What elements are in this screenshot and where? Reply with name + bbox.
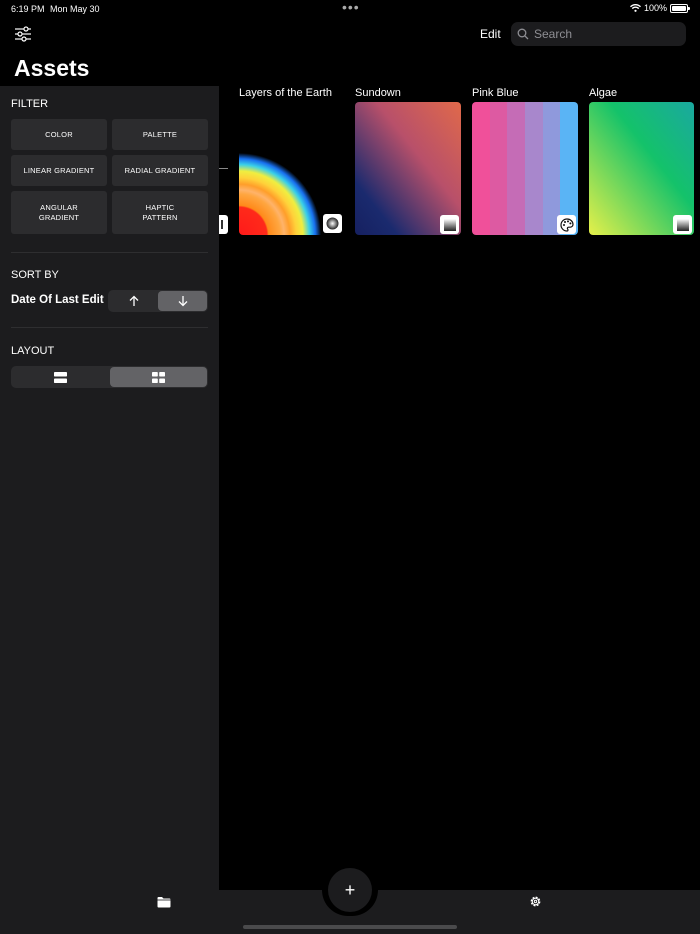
asset-card[interactable] bbox=[589, 102, 694, 235]
status-date: Mon May 30 bbox=[50, 4, 100, 14]
search-input[interactable] bbox=[534, 27, 684, 41]
battery-icon bbox=[670, 3, 690, 13]
arrow-up-icon bbox=[129, 295, 138, 306]
status-time: 6:19 PM bbox=[11, 4, 45, 14]
sort-direction-control bbox=[108, 290, 208, 312]
filter-linear-gradient-button[interactable]: LINEAR GRADIENT bbox=[11, 155, 107, 186]
arrow-down-icon bbox=[178, 296, 187, 307]
asset-card[interactable] bbox=[355, 102, 461, 235]
home-indicator[interactable] bbox=[243, 925, 457, 929]
filter-sidebar: FILTER COLOR PALETTE LINEAR GRADIENT RAD… bbox=[0, 86, 219, 890]
search-bar[interactable] bbox=[511, 22, 686, 46]
status-right: 100% bbox=[629, 3, 690, 13]
filter-angular-gradient-button[interactable]: ANGULAR GRADIENT bbox=[11, 191, 107, 234]
hidden-card-edge bbox=[219, 168, 228, 169]
folder-icon[interactable] bbox=[157, 895, 171, 908]
add-button[interactable]: + bbox=[328, 868, 372, 912]
sort-section-label: SORT BY bbox=[11, 269, 59, 281]
filter-color-button[interactable]: COLOR bbox=[11, 119, 107, 150]
search-icon bbox=[517, 28, 529, 40]
grid-layout-icon bbox=[151, 371, 165, 383]
filter-radial-gradient-button[interactable]: RADIAL GRADIENT bbox=[112, 155, 208, 186]
layout-section-label: LAYOUT bbox=[11, 345, 55, 357]
sort-ascending-button[interactable] bbox=[109, 291, 158, 311]
wifi-icon bbox=[629, 4, 641, 12]
asset-title: Layers of the Earth bbox=[239, 87, 332, 99]
edit-button[interactable]: Edit bbox=[480, 27, 501, 41]
battery-percent: 100% bbox=[643, 3, 667, 13]
filter-section-label: FILTER bbox=[11, 98, 49, 110]
layout-list-button[interactable] bbox=[12, 367, 110, 387]
sliders-icon[interactable] bbox=[14, 26, 32, 42]
status-bar: 6:19 PM Mon May 30 ••• 100% bbox=[0, 0, 700, 18]
filter-haptic-pattern-button[interactable]: HAPTIC PATTERN bbox=[112, 191, 208, 234]
linear-gradient-icon bbox=[673, 215, 692, 234]
asset-card[interactable] bbox=[472, 102, 578, 235]
list-layout-icon bbox=[54, 371, 68, 383]
hidden-card-badge bbox=[219, 215, 228, 234]
asset-title: Pink Blue bbox=[472, 87, 519, 99]
radial-gradient-icon bbox=[323, 214, 342, 233]
asset-card[interactable] bbox=[239, 102, 345, 235]
divider bbox=[11, 327, 208, 328]
layout-control bbox=[11, 366, 208, 388]
filter-palette-button[interactable]: PALETTE bbox=[112, 119, 208, 150]
asset-title: Algae bbox=[589, 87, 618, 99]
gear-icon[interactable] bbox=[529, 895, 542, 908]
asset-title: Sundown bbox=[355, 87, 401, 99]
divider bbox=[11, 252, 208, 253]
sort-descending-button[interactable] bbox=[158, 291, 207, 311]
multitasking-dots-icon[interactable]: ••• bbox=[342, 0, 360, 14]
page-title: Assets bbox=[14, 55, 90, 81]
linear-gradient-icon bbox=[440, 215, 459, 234]
palette-icon bbox=[557, 215, 576, 234]
layout-grid-button[interactable] bbox=[109, 367, 207, 387]
sort-field-label: Date Of Last Edit bbox=[11, 294, 104, 306]
filter-grid: COLOR PALETTE LINEAR GRADIENT RADIAL GRA… bbox=[11, 119, 208, 234]
